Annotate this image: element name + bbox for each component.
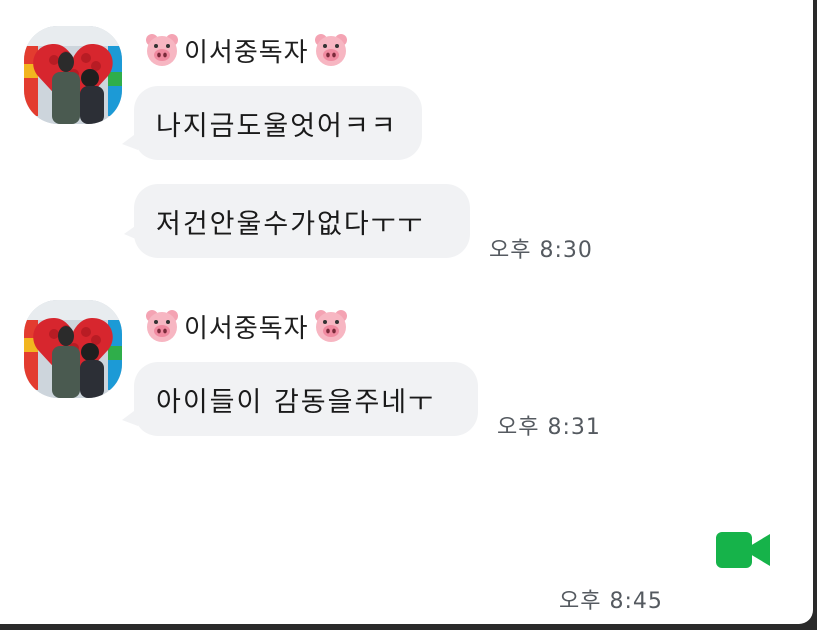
- sender-name: 이서중독자: [144, 306, 349, 346]
- sender-name-text: 이서중독자: [184, 37, 309, 68]
- message-time: 오후 8:30: [489, 238, 593, 263]
- sender-name: 이서중독자: [144, 30, 349, 70]
- window-edge: [813, 0, 817, 630]
- message-text: 저건안울수가없다ㅜㅜ: [156, 208, 425, 240]
- avatar[interactable]: [24, 300, 122, 398]
- profile-photo: [24, 26, 122, 124]
- message-bubble[interactable]: 아이들이 감동을주네ㅜ: [122, 362, 478, 436]
- pig-face-icon: [146, 34, 178, 66]
- profile-photo: [24, 300, 122, 398]
- message-time: 오후 8:31: [497, 415, 601, 440]
- window-corner: [799, 610, 813, 624]
- window-edge: [0, 624, 817, 630]
- chat-area: 이서중독자 나지금도울엇어ㅋㅋ 저건안울수가없다ㅜㅜ 오후 8:30 이서중독자…: [0, 0, 817, 630]
- sender-name-text: 이서중독자: [184, 313, 309, 344]
- message-time: 오후 8:45: [559, 589, 663, 614]
- message-text: 나지금도울엇어ㅋㅋ: [156, 110, 398, 142]
- pig-face-icon: [314, 34, 347, 66]
- message-bubble[interactable]: 저건안울수가없다ㅜㅜ: [124, 184, 470, 258]
- avatar[interactable]: [24, 26, 122, 124]
- message-text: 아이들이 감동을주네ㅜ: [156, 386, 435, 418]
- video-call-icon: [716, 532, 770, 568]
- message-bubble[interactable]: 나지금도울엇어ㅋㅋ: [122, 86, 422, 160]
- pig-face-icon: [314, 310, 347, 342]
- video-call-button[interactable]: [716, 528, 772, 572]
- pig-face-icon: [146, 310, 178, 342]
